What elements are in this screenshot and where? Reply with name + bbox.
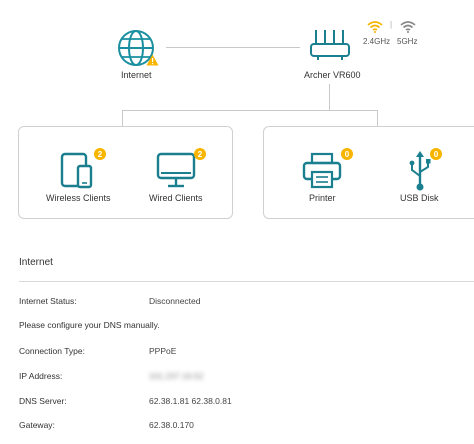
wifi-24ghz-icon[interactable] (367, 20, 383, 33)
connection-type-label: Connection Type: (19, 346, 85, 356)
branch-right-drop (377, 110, 378, 127)
internet-router-link (166, 47, 300, 48)
printer-label: Printer (309, 193, 336, 203)
printer-count-badge: 0 (341, 148, 353, 160)
wireless-clients-label: Wireless Clients (46, 193, 111, 203)
router-branch-line (329, 84, 330, 110)
branch-left-drop (122, 110, 123, 127)
wired-clients-count-badge: 2 (194, 148, 206, 160)
internet-status-value: Disconnected (149, 296, 201, 306)
band-separator: | (390, 20, 393, 29)
internet-section-title: Internet (19, 257, 53, 268)
internet-label: Internet (121, 70, 152, 80)
ip-address-label: IP Address: (19, 371, 63, 381)
ip-address-value: 101.237.16.52 (149, 371, 204, 381)
gateway-label: Gateway: (19, 420, 55, 430)
gateway-value: 62.38.0.170 (149, 420, 194, 430)
usb-disk-label: USB Disk (400, 193, 439, 203)
router-label: Archer VR600 (304, 70, 361, 80)
band-24ghz-label: 2.4GHz (363, 37, 391, 46)
branch-horizontal-line (122, 110, 378, 111)
usb-disk-count-badge: 0 (430, 148, 442, 160)
tablet-phone-icon (60, 152, 93, 189)
internet-status-label: Internet Status: (19, 296, 77, 306)
dns-server-label: DNS Server: (19, 396, 67, 406)
dns-server-value: 62.38.1.81 62.38.0.81 (149, 396, 232, 406)
internet-section-divider (19, 281, 474, 282)
monitor-icon (156, 152, 196, 188)
printer-icon (302, 152, 342, 189)
wifi-5ghz-icon[interactable] (400, 20, 416, 33)
band-5ghz-label: 5GHz (397, 37, 418, 46)
wireless-clients-count-badge: 2 (94, 148, 106, 160)
router-icon (310, 30, 350, 60)
dns-config-note: Please configure your DNS manually. (19, 320, 160, 330)
warning-icon (146, 54, 159, 66)
router-node[interactable] (304, 26, 354, 70)
wired-clients-label: Wired Clients (149, 193, 203, 203)
usb-icon (409, 151, 431, 191)
connection-type-value: PPPoE (149, 346, 177, 356)
